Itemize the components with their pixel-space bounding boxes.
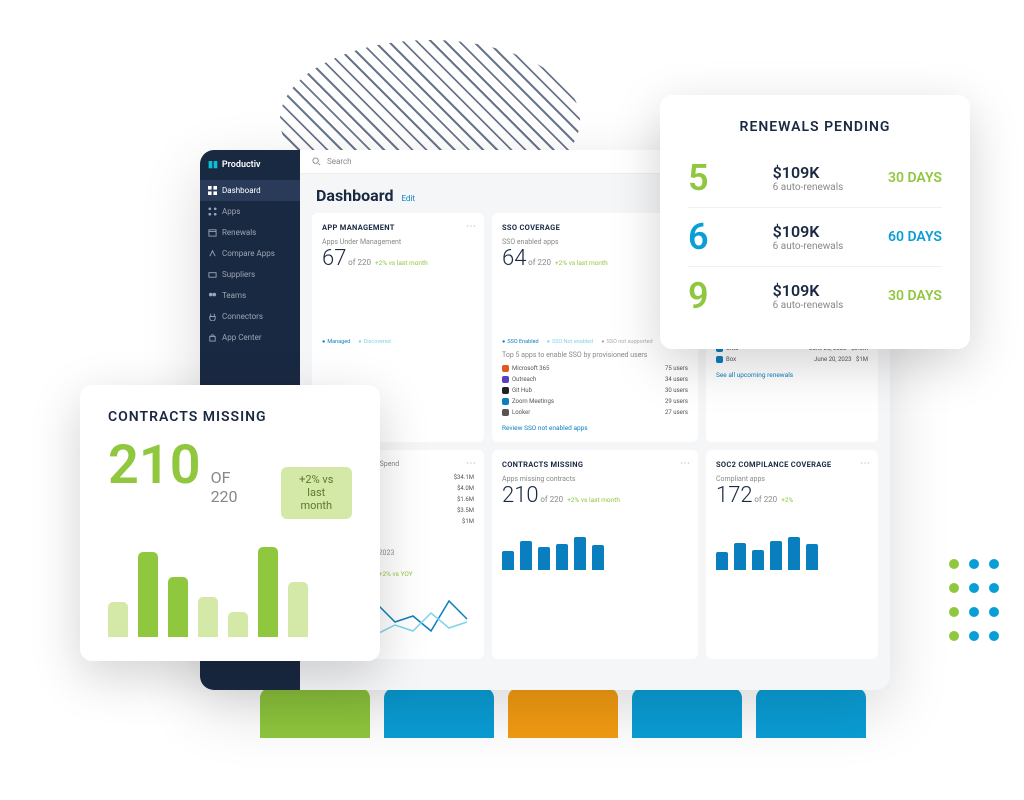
renewal-count: 9 <box>688 275 728 317</box>
sidebar-item-label: App Center <box>222 333 262 342</box>
metric-delta: +2% vs last month <box>555 259 608 267</box>
card-more-icon[interactable]: ⋯ <box>860 458 870 469</box>
metric-delta: +2% vs last month <box>567 496 620 504</box>
decorative-dots <box>944 554 1004 650</box>
sidebar-item-renewals[interactable]: Renewals <box>200 222 300 243</box>
sidebar-item-connectors[interactable]: Connectors <box>200 306 300 327</box>
renewal-count: 6 <box>688 216 728 258</box>
sidebar-item-compare[interactable]: Compare Apps <box>200 243 300 264</box>
card-title: CONTRACTS MISSING <box>502 460 688 469</box>
see-all-renewals-link[interactable]: See all upcoming renewals <box>716 371 868 379</box>
logo-mark-icon: ▮▮ <box>208 160 218 170</box>
sidebar-item-suppliers[interactable]: Suppliers <box>200 264 300 285</box>
sso-app-list: Microsoft 36575 users Outreach34 users G… <box>502 363 688 418</box>
bag-icon <box>208 333 217 342</box>
callout-renewals-pending: RENEWALS PENDING 5 $109K6 auto-renewals … <box>660 95 970 349</box>
sidebar-item-label: Connectors <box>222 312 263 321</box>
sidebar-item-label: Renewals <box>222 228 256 237</box>
card-subtitle: Apps Under Management <box>322 238 474 246</box>
metric-value: 67 <box>322 246 346 271</box>
sidebar-item-apps[interactable]: Apps <box>200 201 300 222</box>
page-title: Dashboard <box>316 186 393 205</box>
metric-of: of 220 <box>348 258 371 267</box>
list-item: Zoom Meetings29 users <box>502 396 688 407</box>
sidebar-item-appcenter[interactable]: App Center <box>200 327 300 348</box>
grid-icon <box>208 186 217 195</box>
metric-value: 64 <box>502 246 526 271</box>
sidebar-item-label: Dashboard <box>222 186 261 195</box>
sidebar-item-label: Suppliers <box>222 270 255 279</box>
suppliers-icon <box>208 270 217 279</box>
renewal-sub: 6 auto-renewals <box>773 241 844 252</box>
renewal-amount: $109K <box>773 163 844 182</box>
renewal-days: 60 DAYS <box>888 229 942 245</box>
metric-delta: +2% <box>781 496 793 504</box>
card-subtitle: Compliant apps <box>716 475 868 483</box>
card-more-icon[interactable]: ⋯ <box>680 458 690 469</box>
delta-pill: +2% vslast month <box>281 467 352 519</box>
search-placeholder: Search <box>327 157 352 166</box>
metric-of: of 220 <box>528 258 551 267</box>
card-contracts-missing: ⋯ CONTRACTS MISSING Apps missing contrac… <box>492 450 698 659</box>
bar-chart <box>502 515 688 570</box>
renewal-amount: $109K <box>773 222 844 241</box>
metric-delta: +2% vs last month <box>375 259 428 267</box>
apps-icon <box>208 207 217 216</box>
metric-delta: +2% vs YOY <box>379 570 413 578</box>
card-more-icon[interactable]: ⋯ <box>466 458 476 469</box>
card-more-icon[interactable]: ⋯ <box>466 221 476 232</box>
list-item: Microsoft 36575 users <box>502 363 688 374</box>
edit-link[interactable]: Edit <box>401 194 415 203</box>
list-item: Git Hub30 users <box>502 385 688 396</box>
card-title: SOC2 COMPILANCE COVERAGE <box>716 460 868 469</box>
card-title: APP MANAGEMENT <box>322 223 474 232</box>
list-item: Looker27 users <box>502 407 688 418</box>
metric-value: 210 <box>502 483 539 508</box>
renewal-days: 30 DAYS <box>888 170 942 186</box>
sidebar-item-label: Teams <box>222 291 246 300</box>
colored-tabs-strip <box>260 688 866 738</box>
renewal-sub: 6 auto-renewals <box>773 182 844 193</box>
teams-icon <box>208 291 217 300</box>
renewal-sub: 6 auto-renewals <box>773 300 844 311</box>
sidebar-item-label: Apps <box>222 207 240 216</box>
renewal-row: 6 $109K6 auto-renewals 60 DAYS <box>688 208 942 267</box>
renewal-amount: $109K <box>773 281 844 300</box>
list-item: Outreach34 users <box>502 374 688 385</box>
metric-of: of 220 <box>540 495 563 504</box>
list-title: Top 5 apps to enable SSO by provisioned … <box>502 351 688 359</box>
metric-of: of 220 <box>754 495 777 504</box>
renewal-row: 9 $109K6 auto-renewals 30 DAYS <box>688 267 942 325</box>
search-icon <box>312 157 321 166</box>
review-sso-link[interactable]: Review SSO not enabled apps <box>502 424 688 432</box>
sidebar-item-label: Compare Apps <box>222 249 275 258</box>
renewal-row: 5 $109K6 auto-renewals 30 DAYS <box>688 149 942 208</box>
callout-value: 210 <box>108 439 201 493</box>
plug-icon <box>208 312 217 321</box>
list-item: BoxJune 20, 2023 $1M <box>716 354 868 365</box>
compare-icon <box>208 249 217 258</box>
card-subtitle: Apps missing contracts <box>502 475 688 483</box>
callout-title: RENEWALS PENDING <box>688 119 942 135</box>
bar-chart <box>716 515 868 570</box>
renewal-count: 5 <box>688 157 728 199</box>
chart-legend: ManagedDiscovered <box>322 339 474 345</box>
callout-bar-chart <box>108 537 352 637</box>
sidebar-item-teams[interactable]: Teams <box>200 285 300 306</box>
card-soc2: ⋯ SOC2 COMPILANCE COVERAGE Compliant app… <box>706 450 878 659</box>
metric-value: 172 <box>716 483 753 508</box>
sidebar-item-dashboard[interactable]: Dashboard <box>200 180 300 201</box>
callout-of: OF 220 <box>211 468 261 506</box>
calendar-icon <box>208 228 217 237</box>
callout-title: CONTRACTS MISSING <box>108 409 352 425</box>
brand-logo[interactable]: ▮▮ Productiv <box>200 150 300 180</box>
callout-contracts-missing: CONTRACTS MISSING 210 OF 220 +2% vslast … <box>80 385 380 661</box>
bar-chart <box>322 278 474 333</box>
brand-name: Productiv <box>222 160 261 170</box>
renewal-days: 30 DAYS <box>888 288 942 304</box>
